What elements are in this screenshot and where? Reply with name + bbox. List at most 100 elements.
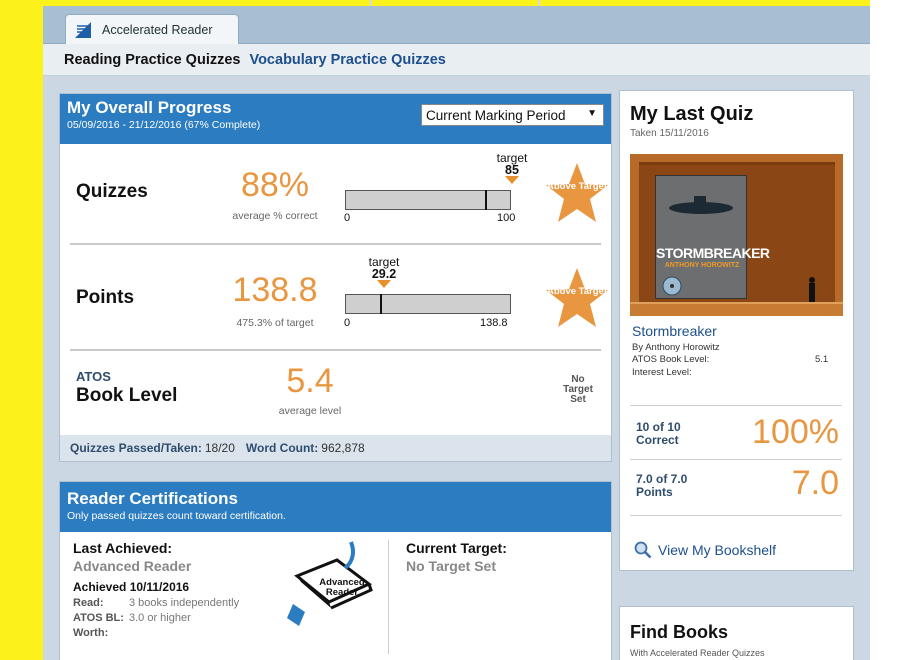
- last-quiz-title: My Last Quiz: [630, 103, 754, 125]
- book-cover-title: STORMBREAKER: [656, 245, 770, 261]
- points-stat-value: 7.0: [791, 464, 839, 502]
- cert-current-target: Current Target: No Target Set: [406, 540, 507, 574]
- target-arrow-icon: [505, 176, 519, 184]
- atos-row: ATOS Book Level 5.4 average level No Tar…: [70, 353, 601, 433]
- bookshelf-image: STORMBREAKER ANTHONY HOROWITZ: [630, 154, 843, 316]
- points-bar-marker: [380, 294, 383, 314]
- above-target-star-icon: [546, 268, 608, 327]
- word-count-value: 962,878: [321, 441, 365, 455]
- atos-value: 5.4: [286, 362, 334, 400]
- points-label: Points: [76, 287, 135, 308]
- atos-bl-label: ATOS BL:: [73, 612, 124, 624]
- quizzes-passed-value: 18/20: [204, 441, 235, 455]
- atos-label: Book Level: [76, 385, 178, 406]
- app-window: Accelerated Reader Reading Practice Quiz…: [43, 6, 870, 660]
- atos-no-target: No Target Set: [563, 374, 593, 405]
- shelf-plank: [630, 302, 843, 316]
- points-target-value: 29.2: [371, 267, 397, 281]
- subnav: Reading Practice Quizzes Vocabulary Prac…: [43, 44, 870, 76]
- view-bookshelf-link[interactable]: View My Bookshelf: [634, 541, 776, 559]
- atos-caption: average level: [278, 405, 342, 417]
- progress-footer: Quizzes Passed/Taken: 18/20 Word Count: …: [60, 435, 611, 461]
- book-author: By Anthony Horowitz: [632, 342, 720, 353]
- cert-divider: [388, 540, 389, 654]
- quizzes-target-value: 85: [505, 163, 519, 177]
- correct-label: 10 of 10 Correct: [636, 420, 681, 447]
- points-bar: [345, 294, 511, 314]
- view-bookshelf-label: View My Bookshelf: [658, 542, 777, 558]
- cert-read-line: Read: 3 books independently: [73, 597, 273, 609]
- quizzes-row: Quizzes 88% average % correct target 85 …: [70, 144, 608, 245]
- word-count-label: Word Count:: [245, 441, 319, 455]
- nav-vocabulary-practice-quizzes[interactable]: Vocabulary Practice Quizzes: [249, 52, 445, 68]
- worth-label: Worth:: [73, 627, 109, 639]
- quizzes-bar-min: 0: [344, 212, 351, 224]
- points-stat-label: 7.0 of 7.0 Points: [636, 472, 688, 499]
- magnifier-icon: [634, 541, 652, 559]
- cert-title: Reader Certifications: [67, 489, 238, 508]
- top-bar: Accelerated Reader: [43, 6, 870, 45]
- quizzes-bar-marker: [485, 190, 488, 210]
- cert-atos-line: ATOS BL: 3.0 or higher: [73, 612, 273, 624]
- atos-small-label: ATOS: [76, 369, 111, 384]
- last-quiz-taken: Taken 15/11/2016: [630, 128, 709, 139]
- cert-subtitle: Only passed quizzes count toward certifi…: [67, 510, 286, 522]
- quizzes-target: target 85: [487, 152, 537, 184]
- atos-bl-value: 3.0 or higher: [129, 612, 191, 624]
- correct-value: 100%: [752, 413, 839, 451]
- above-target-star-icon: [546, 163, 608, 222]
- nav-reading-practice-quizzes[interactable]: Reading Practice Quizzes: [64, 52, 240, 68]
- points-row: Points 138.8 475.3% of target target 29.…: [70, 247, 608, 351]
- last-achieved-label: Last Achieved:: [73, 540, 173, 556]
- points-bar-max: 138.8: [480, 317, 508, 329]
- points-bar-min: 0: [344, 317, 351, 329]
- book-cover[interactable]: STORMBREAKER ANTHONY HOROWITZ: [655, 175, 770, 299]
- overall-progress-panel: My Overall Progress 05/09/2016 - 21/12/2…: [59, 93, 612, 462]
- reader-certifications-panel: Reader Certifications Only passed quizze…: [59, 481, 612, 660]
- separator: [630, 405, 842, 406]
- points-badge-text: Above Target: [546, 286, 607, 297]
- current-target-label: Current Target:: [406, 540, 507, 556]
- dropdown-arrow-icon: ▼: [587, 108, 597, 119]
- cert-badge-text: Advanced Reader: [319, 577, 365, 598]
- quizzes-passed-label: Quizzes Passed/Taken:: [70, 441, 202, 455]
- cert-worth-line: Worth:: [73, 627, 273, 639]
- points-value: 138.8: [232, 271, 318, 309]
- interest-level-label: Interest Level:: [632, 367, 692, 378]
- separator: [630, 459, 842, 460]
- atos-book-level-label: ATOS Book Level:: [632, 354, 710, 365]
- atos-book-level-value: 5.1: [815, 354, 829, 365]
- cert-last-achieved: Last Achieved: Advanced Reader Achieved …: [73, 540, 273, 639]
- submarine-icon: [669, 196, 733, 214]
- book-cover-author: ANTHONY HOROWITZ: [664, 262, 740, 269]
- figure-silhouette-icon: [809, 277, 815, 302]
- find-books-title: Find Books: [630, 622, 728, 642]
- marking-period-select[interactable]: Current Marking Period ▼: [421, 104, 604, 126]
- quizzes-bar-max: 100: [497, 212, 516, 224]
- tab-label: Accelerated Reader: [102, 23, 213, 37]
- find-books-subtitle: With Accelerated Reader Quizzes: [630, 648, 765, 658]
- read-label: Read:: [73, 597, 104, 609]
- last-achieved-value: Advanced Reader: [73, 558, 192, 574]
- read-value: 3 books independently: [129, 597, 240, 609]
- progress-header: My Overall Progress 05/09/2016 - 21/12/2…: [60, 94, 611, 144]
- book-title-link[interactable]: Stormbreaker: [632, 323, 717, 339]
- cd-icon: [662, 276, 682, 296]
- points-target: target 29.2: [359, 256, 409, 288]
- quizzes-label: Quizzes: [76, 181, 148, 202]
- points-caption: 475.3% of target: [236, 317, 314, 329]
- find-books-panel: Find Books With Accelerated Reader Quizz…: [619, 606, 854, 660]
- separator: [630, 515, 842, 516]
- quizzes-badge-text: Above Target: [546, 181, 607, 192]
- cert-header: Reader Certifications Only passed quizze…: [60, 482, 611, 532]
- quizzes-bar: [345, 190, 511, 210]
- yellow-margin-left: [0, 0, 43, 660]
- achieved-date: Achieved 10/11/2016: [73, 580, 190, 594]
- quizzes-caption: average % correct: [232, 210, 318, 222]
- accelerated-reader-logo-icon: [75, 22, 91, 38]
- marking-period-value: Current Marking Period: [426, 107, 566, 123]
- last-quiz-panel: My Last Quiz Taken 15/11/2016 STORMBREAK…: [619, 90, 854, 571]
- tab-accelerated-reader[interactable]: Accelerated Reader: [65, 14, 239, 45]
- current-target-value: No Target Set: [406, 558, 496, 574]
- target-arrow-icon: [377, 280, 391, 288]
